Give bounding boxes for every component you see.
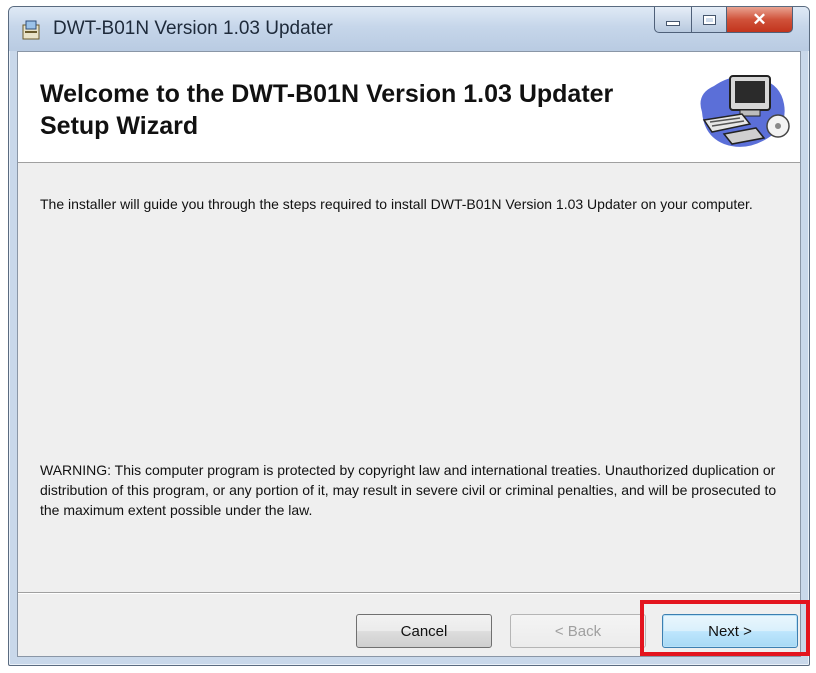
maximize-icon	[702, 14, 716, 25]
setup-wizard-window: DWT-B01N Version 1.03 Updater ✕ Welcome …	[8, 6, 810, 666]
close-button[interactable]: ✕	[726, 7, 793, 33]
page-title: Welcome to the DWT-B01N Version 1.03 Upd…	[40, 80, 614, 140]
maximize-button[interactable]	[691, 7, 727, 33]
copyright-warning-text: WARNING: This computer program is protec…	[40, 462, 777, 518]
next-button-highlight	[640, 600, 810, 656]
title-bar[interactable]: DWT-B01N Version 1.03 Updater ✕	[9, 7, 809, 51]
minimize-icon	[666, 21, 680, 26]
installer-app-icon	[22, 20, 40, 40]
minimize-button[interactable]	[654, 7, 692, 33]
close-icon: ✕	[752, 9, 767, 29]
wizard-banner: Welcome to the DWT-B01N Version 1.03 Upd…	[18, 52, 800, 163]
back-button[interactable]: < Back	[510, 614, 646, 648]
footer-divider	[18, 592, 800, 594]
window-title: DWT-B01N Version 1.03 Updater	[53, 18, 333, 39]
wizard-client-area: Welcome to the DWT-B01N Version 1.03 Upd…	[17, 51, 801, 657]
cancel-button[interactable]: Cancel	[356, 614, 492, 648]
intro-text: The installer will guide you through the…	[40, 196, 753, 212]
computer-setup-icon	[700, 75, 790, 147]
